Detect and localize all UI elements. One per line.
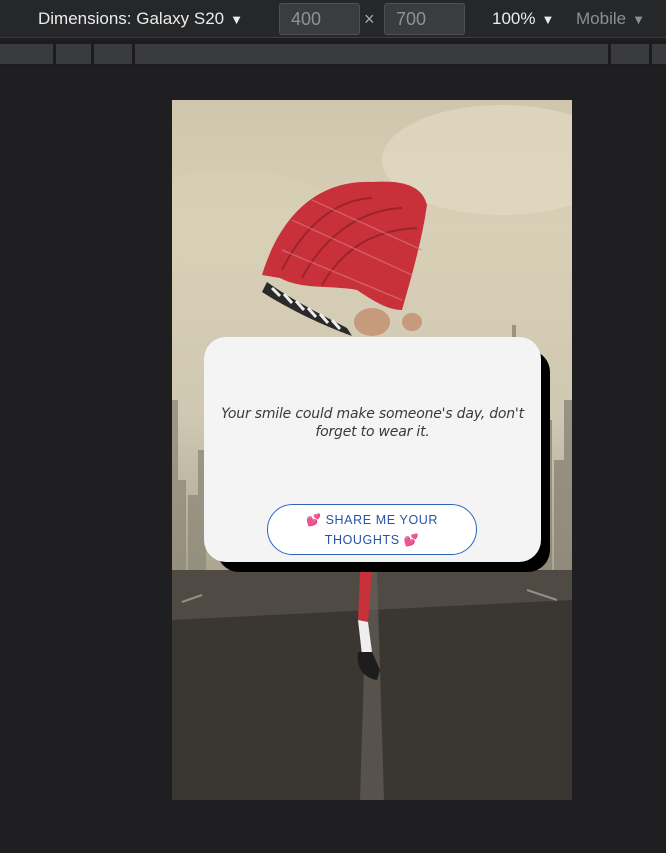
media-query-bar[interactable]: [611, 44, 649, 64]
hearts-icon: 💕: [305, 513, 322, 527]
media-query-ruler: [0, 40, 666, 67]
device-viewport: Your smile could make someone's day, don…: [172, 100, 572, 800]
media-query-bar[interactable]: [135, 44, 608, 64]
zoom-label: 100%: [492, 9, 536, 28]
media-query-bar[interactable]: [0, 44, 53, 64]
dimensions-dropdown[interactable]: Dimensions: Galaxy S20 ▼: [38, 9, 243, 29]
media-query-bar[interactable]: [94, 44, 132, 64]
dimensions-label: Dimensions: Galaxy S20: [38, 9, 225, 28]
button-label-line2: THOUGHTS: [324, 533, 400, 547]
chevron-down-icon: ▼: [632, 12, 645, 27]
chevron-down-icon: ▼: [541, 12, 555, 27]
times-icon: ×: [364, 9, 375, 29]
media-query-bar[interactable]: [56, 44, 91, 64]
media-query-bar[interactable]: [652, 44, 666, 64]
quote-text: Your smile could make someone's day, don…: [221, 406, 524, 440]
share-thoughts-button[interactable]: 💕 SHARE ME YOUR THOUGHTS 💕: [267, 504, 477, 555]
zoom-dropdown[interactable]: 100% ▼: [492, 9, 554, 29]
device-mode-dropdown[interactable]: Mobile ▼: [576, 9, 645, 29]
button-label-line1: SHARE ME YOUR: [325, 513, 439, 527]
width-input[interactable]: [279, 3, 360, 35]
quote-card: Your smile could make someone's day, don…: [204, 337, 541, 562]
hearts-icon: 💕: [403, 533, 420, 547]
mode-label: Mobile: [576, 9, 627, 28]
height-input[interactable]: [384, 3, 465, 35]
chevron-down-icon: ▼: [230, 12, 244, 27]
device-toolbar: Dimensions: Galaxy S20 ▼ × 100% ▼ Mobile ▼: [0, 0, 666, 38]
